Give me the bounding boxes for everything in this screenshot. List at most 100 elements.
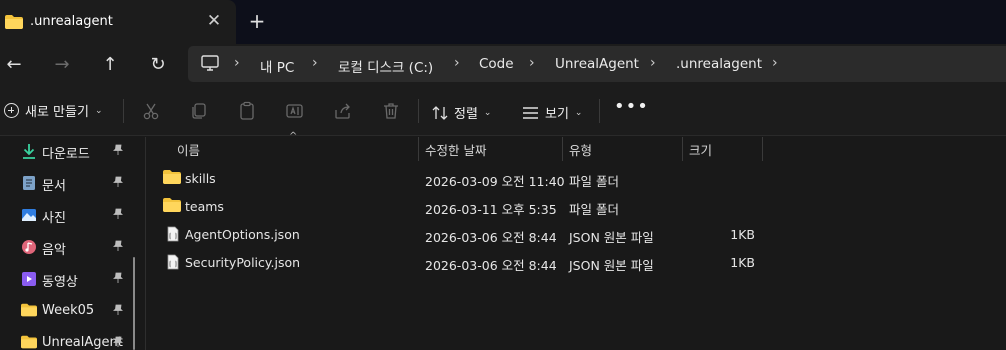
forward-button[interactable]: →: [49, 52, 75, 78]
new-button-label: 새로 만들기: [25, 105, 89, 120]
column-header-name[interactable]: 이름: [177, 137, 200, 161]
sidebar-item-label: 음악: [42, 243, 66, 258]
video-icon: [21, 271, 37, 287]
sidebar-item-downloads[interactable]: 다운로드: [0, 139, 140, 165]
file-name: skills: [185, 171, 216, 186]
sidebar-item-music[interactable]: 음악: [0, 235, 140, 261]
breadcrumb-dot-unrealagent[interactable]: .unrealagent: [676, 56, 762, 72]
navigation-bar: ← → ↑ ↻ › 내 PC › 로컬 디스크 (C:) › Code › Un…: [0, 44, 1006, 86]
breadcrumb-code[interactable]: Code: [479, 56, 514, 72]
chevron-right-icon[interactable]: ›: [454, 55, 460, 71]
pc-monitor-icon[interactable]: [201, 55, 219, 75]
file-type: JSON 원본 파일: [569, 258, 654, 273]
share-icon[interactable]: [333, 101, 353, 121]
column-header-modified[interactable]: 수정한 날짜: [425, 137, 486, 161]
json-file-icon: [167, 226, 179, 246]
column-divider[interactable]: [562, 137, 563, 161]
sidebar-item-label: 다운로드: [42, 147, 90, 162]
breadcrumb-unrealagent[interactable]: UnrealAgent: [555, 56, 639, 72]
file-type: 파일 폴더: [569, 202, 619, 217]
sort-ascending-icon: ^: [289, 131, 298, 142]
chevron-right-icon[interactable]: ›: [772, 55, 778, 71]
pin-icon[interactable]: [112, 272, 124, 288]
tab-strip: .unrealagent ✕ +: [0, 0, 1006, 44]
toolbar-divider: [599, 99, 600, 123]
column-divider[interactable]: [762, 137, 763, 161]
plus-circle-icon: [4, 103, 19, 118]
close-icon[interactable]: ✕: [203, 10, 225, 32]
column-header-type[interactable]: 유형: [569, 137, 592, 161]
file-name: AgentOptions.json: [185, 227, 300, 242]
chevron-right-icon[interactable]: ›: [234, 55, 240, 71]
sidebar-item-pictures[interactable]: 사진: [0, 203, 140, 229]
chevron-down-icon: ⌄: [94, 105, 103, 116]
column-divider[interactable]: [682, 137, 683, 161]
toolbar-divider: [418, 99, 419, 123]
file-name: teams: [185, 199, 224, 214]
sidebar-item-label: 동영상: [42, 275, 78, 290]
view-list-icon: [523, 106, 538, 119]
copy-icon[interactable]: [189, 101, 209, 121]
file-type: 파일 폴더: [569, 174, 619, 189]
table-row[interactable]: skills 2026-03-09 오전 11:40 파일 폴더: [147, 165, 1006, 193]
chevron-down-icon: ⌄: [483, 107, 492, 118]
pin-icon[interactable]: [112, 336, 124, 350]
delete-icon[interactable]: [381, 101, 401, 121]
file-modified: 2026-03-09 오전 11:40: [425, 174, 565, 189]
file-modified: 2026-03-11 오후 5:35: [425, 202, 557, 217]
file-type: JSON 원본 파일: [569, 230, 654, 245]
sort-label: 정렬: [454, 107, 478, 122]
chevron-right-icon[interactable]: ›: [312, 55, 318, 71]
sidebar-item-week05[interactable]: Week05: [0, 299, 140, 325]
folder-icon: [163, 198, 181, 216]
breadcrumb-my-pc[interactable]: 내 PC: [260, 56, 294, 76]
folder-icon: [163, 170, 181, 188]
view-label: 보기: [545, 107, 569, 122]
toolbar-divider: [123, 99, 124, 123]
sidebar-item-documents[interactable]: 문서: [0, 171, 140, 197]
pin-icon[interactable]: [112, 304, 124, 320]
table-row[interactable]: teams 2026-03-11 오후 5:35 파일 폴더: [147, 193, 1006, 221]
new-button[interactable]: 새로 만들기 ⌄: [4, 101, 102, 120]
sidebar-item-label: 사진: [42, 211, 66, 226]
more-options-button[interactable]: •••: [614, 96, 649, 117]
chevron-right-icon[interactable]: ›: [650, 55, 656, 71]
chevron-right-icon[interactable]: ›: [529, 55, 535, 71]
tab-title: .unrealagent: [30, 14, 113, 29]
pin-icon[interactable]: [112, 144, 124, 160]
tab-unrealagent[interactable]: .unrealagent ✕: [0, 0, 236, 44]
breadcrumb-local-disk[interactable]: 로컬 디스크 (C:): [338, 56, 433, 76]
pin-icon[interactable]: [112, 176, 124, 192]
file-size: 1KB: [730, 255, 755, 270]
file-name: SecurityPolicy.json: [185, 255, 301, 270]
table-row[interactable]: SecurityPolicy.json 2026-03-06 오전 8:44 J…: [147, 249, 1006, 277]
paste-icon[interactable]: [237, 101, 257, 121]
sort-button[interactable]: 정렬 ⌄: [432, 103, 491, 122]
pin-icon[interactable]: [112, 240, 124, 256]
up-button[interactable]: ↑: [97, 52, 123, 78]
file-list: ^ 이름 수정한 날짜 유형 크기 skills 2026-03-09 오전 1…: [147, 131, 1006, 350]
table-row[interactable]: AgentOptions.json 2026-03-06 오전 8:44 JSO…: [147, 221, 1006, 249]
sidebar-item-unrealagent[interactable]: UnrealAgent: [0, 331, 140, 350]
file-modified: 2026-03-06 오전 8:44: [425, 230, 557, 245]
rename-icon[interactable]: [285, 101, 305, 121]
download-icon: [21, 143, 37, 159]
navigation-pane: 다운로드 문서 사진 음악 동영상 Week05 UnrealAgent: [0, 137, 146, 350]
back-button[interactable]: ←: [1, 52, 27, 78]
folder-icon: [21, 335, 37, 350]
file-size: 1KB: [730, 227, 755, 242]
pin-icon[interactable]: [112, 208, 124, 224]
document-icon: [21, 175, 37, 191]
sidebar-scrollbar[interactable]: [133, 257, 135, 350]
file-modified: 2026-03-06 오전 8:44: [425, 258, 557, 273]
json-file-icon: [167, 254, 179, 274]
address-bar[interactable]: › 내 PC › 로컬 디스크 (C:) › Code › UnrealAgen…: [188, 46, 1006, 82]
chevron-down-icon: ⌄: [574, 107, 583, 118]
new-tab-button[interactable]: +: [246, 10, 268, 32]
column-header-size[interactable]: 크기: [689, 137, 712, 161]
view-button[interactable]: 보기 ⌄: [522, 103, 582, 122]
cut-icon[interactable]: [141, 101, 161, 121]
refresh-button[interactable]: ↻: [145, 52, 171, 78]
sidebar-item-videos[interactable]: 동영상: [0, 267, 140, 293]
column-divider[interactable]: [418, 137, 419, 161]
